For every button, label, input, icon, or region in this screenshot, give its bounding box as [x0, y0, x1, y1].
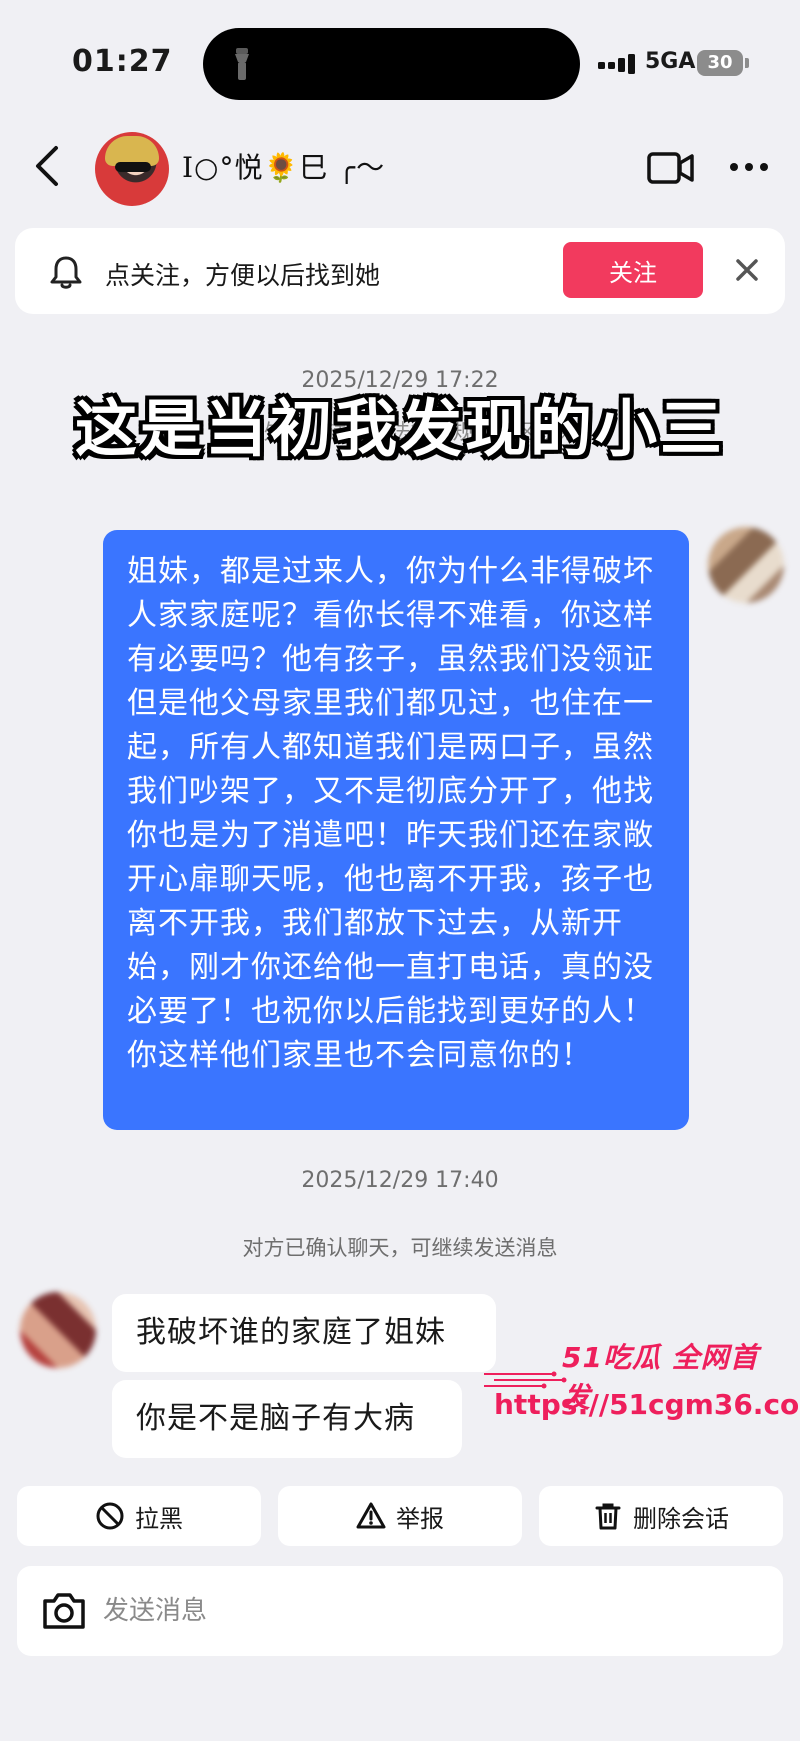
message-input-bar [17, 1566, 783, 1656]
flashlight-icon [235, 48, 249, 80]
follow-button[interactable]: 关注 [563, 242, 703, 298]
overlay-caption: 这是当初我发现的小三 [74, 392, 725, 465]
block-button[interactable]: 拉黑 [17, 1486, 261, 1546]
dynamic-island [203, 28, 580, 100]
contact-avatar[interactable] [95, 132, 169, 206]
block-icon [96, 1502, 124, 1530]
status-time: 01:27 [72, 44, 173, 79]
report-button[interactable]: 举报 [278, 1486, 522, 1546]
battery-icon: 30 [697, 50, 743, 76]
their-avatar[interactable] [20, 1292, 96, 1368]
follow-prompt-text: 点关注，方便以后找到她 [105, 261, 381, 290]
my-avatar[interactable] [708, 527, 784, 603]
message-timestamp: 2025/12/29 17:40 [301, 1168, 499, 1193]
watermark-url: https://51cgm36.com [494, 1388, 800, 1421]
close-icon[interactable] [733, 256, 761, 284]
signal-icon [598, 54, 635, 74]
delete-conversation-button[interactable]: 删除会话 [539, 1486, 783, 1546]
incoming-message-bubble[interactable]: 你是不是脑子有大病 [112, 1380, 462, 1458]
report-label: 举报 [396, 1504, 444, 1533]
status-bar: 01:27 5GA 30 [0, 0, 800, 120]
warning-icon [356, 1502, 386, 1529]
avatar-glasses [115, 162, 151, 172]
back-arrow-icon[interactable] [30, 144, 66, 188]
delete-label: 删除会话 [633, 1504, 729, 1533]
camera-icon[interactable] [39, 1586, 89, 1636]
battery-tip [745, 58, 749, 68]
trash-icon [595, 1503, 621, 1530]
outgoing-message-bubble[interactable]: 姐妹，都是过来人，你为什么非得破坏人家家庭呢？看你长得不难看，你这样有必要吗？他… [103, 530, 689, 1130]
incoming-message-bubble[interactable]: 我破坏谁的家庭了姐妹 [112, 1294, 496, 1372]
block-label: 拉黑 [135, 1504, 183, 1533]
watermark-lines-icon [484, 1371, 567, 1389]
video-call-icon[interactable] [646, 148, 696, 188]
more-options-icon[interactable] [728, 160, 770, 174]
follow-banner: 点关注，方便以后找到她 关注 [15, 228, 785, 314]
network-type: 5GA [645, 49, 696, 74]
chat-confirmed-notice: 对方已确认聊天，可继续发送消息 [242, 1236, 558, 1260]
contact-name[interactable]: Ⅰ○°悦🌻巳 ╭〜 [182, 146, 385, 186]
chat-header: Ⅰ○°悦🌻巳 ╭〜 [0, 120, 800, 220]
watermark: 51吃瓜 全网首发 https://51cgm36.com [484, 1330, 800, 1440]
message-input[interactable] [103, 1586, 743, 1636]
bell-icon [50, 256, 82, 289]
